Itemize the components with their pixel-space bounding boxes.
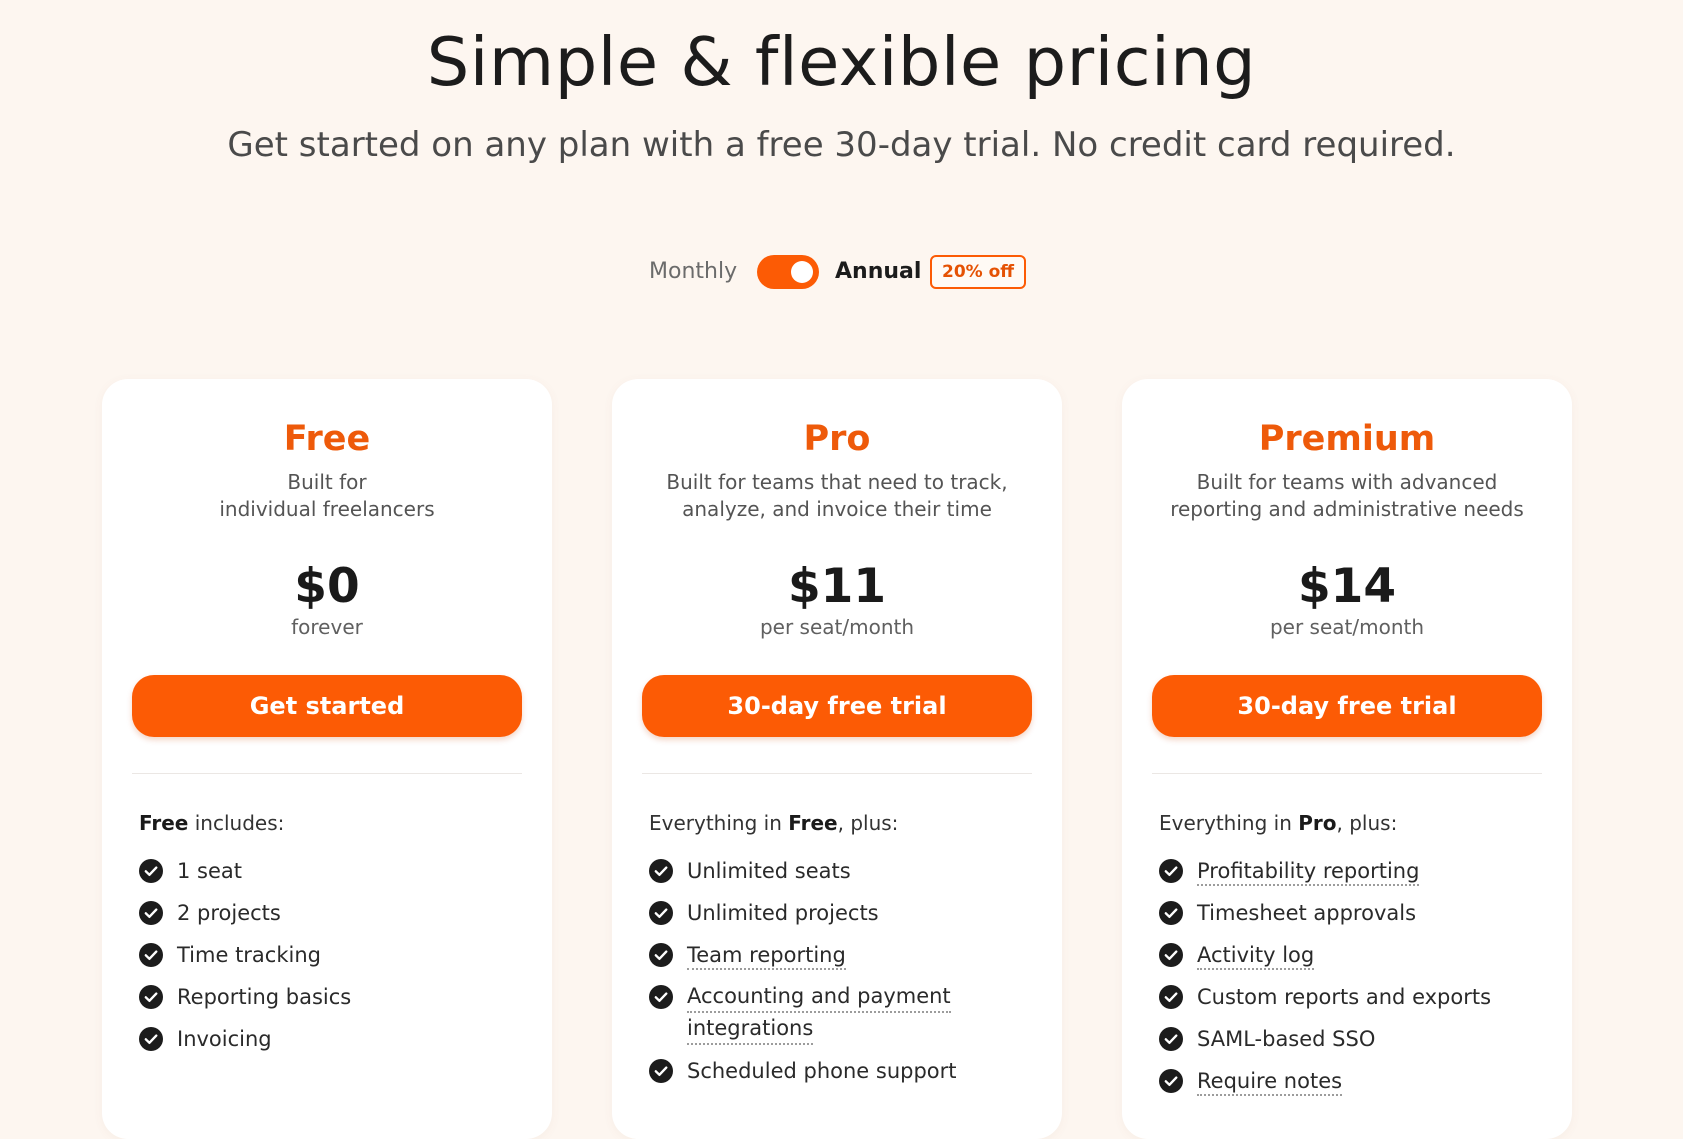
feature-item: Custom reports and exports — [1159, 981, 1554, 1013]
feature-item: Accounting and payment integrations — [649, 981, 1044, 1045]
includes-plan-name: Pro — [1298, 811, 1337, 835]
includes-suffix: , plus: — [837, 811, 899, 835]
free-trial-button[interactable]: 30-day free trial — [642, 675, 1032, 737]
plan-description-line: individual freelancers — [219, 497, 435, 521]
feature-item: Unlimited seats — [649, 855, 1044, 887]
feature-text: SAML-based SSO — [1197, 1027, 1376, 1051]
includes-suffix: includes: — [188, 811, 285, 835]
plan-price-period: per seat/month — [759, 615, 915, 639]
billing-monthly-label[interactable]: Monthly — [649, 255, 737, 289]
discount-badge: 20% off — [930, 255, 1027, 289]
check-circle-icon — [1159, 859, 1183, 883]
includes-prefix: Everything in — [649, 811, 789, 835]
feature-item: Activity log — [1159, 939, 1554, 971]
check-circle-icon — [649, 943, 673, 967]
plan-name: Premium — [1258, 419, 1436, 459]
plan-price-period: forever — [291, 615, 363, 639]
feature-text-tooltip-link[interactable]: Team reporting — [687, 943, 846, 970]
divider — [642, 773, 1032, 774]
divider — [1152, 773, 1542, 774]
feature-item: 2 projects — [139, 897, 534, 929]
plan-description: Built for teams that need to track, anal… — [632, 469, 1042, 523]
plan-price: $0 — [294, 559, 360, 614]
feature-item: SAML-based SSO — [1159, 1023, 1554, 1055]
check-circle-icon — [139, 985, 163, 1009]
feature-text: Time tracking — [177, 943, 321, 967]
feature-item: Team reporting — [649, 939, 1044, 971]
includes-suffix: , plus: — [1336, 811, 1398, 835]
check-circle-icon — [1159, 1027, 1183, 1051]
plan-card-pro: Pro Built for teams that need to track, … — [612, 379, 1062, 1139]
check-circle-icon — [649, 1059, 673, 1083]
page-subtitle: Get started on any plan with a free 30-d… — [227, 125, 1456, 165]
plan-card-premium: Premium Built for teams with advanced re… — [1122, 379, 1572, 1139]
feature-text: Reporting basics — [177, 985, 352, 1009]
plan-name: Free — [283, 419, 371, 459]
feature-text-tooltip-link[interactable]: Require notes — [1197, 1069, 1343, 1096]
plan-price: $11 — [787, 559, 887, 614]
plan-description-line: Built for teams that need to track, — [666, 470, 1008, 494]
plan-description-line: Built for teams with advanced — [1196, 470, 1498, 494]
plan-includes-heading: Free includes: — [139, 809, 529, 837]
feature-text-tooltip-link[interactable]: Accounting and payment integrations — [687, 981, 1044, 1045]
feature-item: Unlimited projects — [649, 897, 1044, 929]
includes-plan-name: Free — [139, 811, 189, 835]
plan-description-line: reporting and administrative needs — [1170, 497, 1524, 521]
feature-item: Profitability reporting — [1159, 855, 1554, 887]
feature-text: Timesheet approvals — [1197, 901, 1417, 925]
billing-period-toggle[interactable] — [757, 255, 819, 289]
feature-text: Unlimited seats — [687, 859, 851, 883]
feature-text: Scheduled phone support — [687, 1059, 957, 1083]
feature-item: Timesheet approvals — [1159, 897, 1554, 929]
billing-period-selector: Monthly Annual 20% off — [0, 255, 1683, 289]
plan-includes-heading: Everything in Pro, plus: — [1159, 809, 1549, 837]
plan-card-free: Free Built for individual freelancers $0… — [102, 379, 552, 1139]
feature-text: 1 seat — [177, 859, 242, 883]
check-circle-icon — [649, 901, 673, 925]
check-circle-icon — [139, 901, 163, 925]
get-started-button[interactable]: Get started — [132, 675, 522, 737]
feature-text: 2 projects — [177, 901, 281, 925]
feature-item: Time tracking — [139, 939, 534, 971]
plan-price-period: per seat/month — [1269, 615, 1425, 639]
check-circle-icon — [139, 859, 163, 883]
check-circle-icon — [1159, 985, 1183, 1009]
feature-text-tooltip-link[interactable]: Profitability reporting — [1197, 859, 1420, 886]
feature-text: Invoicing — [177, 1027, 272, 1051]
feature-text-line: integrations — [687, 1013, 814, 1045]
check-circle-icon — [139, 943, 163, 967]
check-circle-icon — [1159, 901, 1183, 925]
check-circle-icon — [649, 985, 673, 1009]
plan-description-line: analyze, and invoice their time — [682, 497, 992, 521]
check-circle-icon — [1159, 1069, 1183, 1093]
page-title: Simple & flexible pricing — [426, 23, 1257, 101]
plan-description: Built for teams with advanced reporting … — [1142, 469, 1552, 523]
plan-description-line: Built for — [287, 470, 367, 494]
check-circle-icon — [1159, 943, 1183, 967]
plan-description: Built for individual freelancers — [122, 469, 532, 523]
plan-includes-heading: Everything in Free, plus: — [649, 809, 1039, 837]
feature-item: 1 seat — [139, 855, 534, 887]
includes-prefix: Everything in — [1159, 811, 1299, 835]
feature-item: Require notes — [1159, 1065, 1554, 1097]
feature-item: Reporting basics — [139, 981, 534, 1013]
feature-text: Unlimited projects — [687, 901, 879, 925]
includes-plan-name: Free — [788, 811, 838, 835]
feature-text: Custom reports and exports — [1197, 985, 1492, 1009]
feature-text-tooltip-link[interactable]: Activity log — [1197, 943, 1315, 970]
feature-list: Profitability reporting Timesheet approv… — [1159, 855, 1554, 1107]
check-circle-icon — [649, 859, 673, 883]
feature-item: Invoicing — [139, 1023, 534, 1055]
toggle-knob — [791, 261, 813, 283]
feature-list: 1 seat 2 projects Time tracking Reportin… — [139, 855, 534, 1065]
check-circle-icon — [139, 1027, 163, 1051]
feature-text-line: Accounting and payment — [687, 981, 951, 1013]
plan-price: $14 — [1297, 559, 1397, 614]
feature-list: Unlimited seats Unlimited projects Team … — [649, 855, 1044, 1097]
divider — [132, 773, 522, 774]
feature-item: Scheduled phone support — [649, 1055, 1044, 1087]
billing-annual-label[interactable]: Annual — [835, 255, 921, 289]
plan-name: Pro — [803, 419, 871, 459]
free-trial-button[interactable]: 30-day free trial — [1152, 675, 1542, 737]
